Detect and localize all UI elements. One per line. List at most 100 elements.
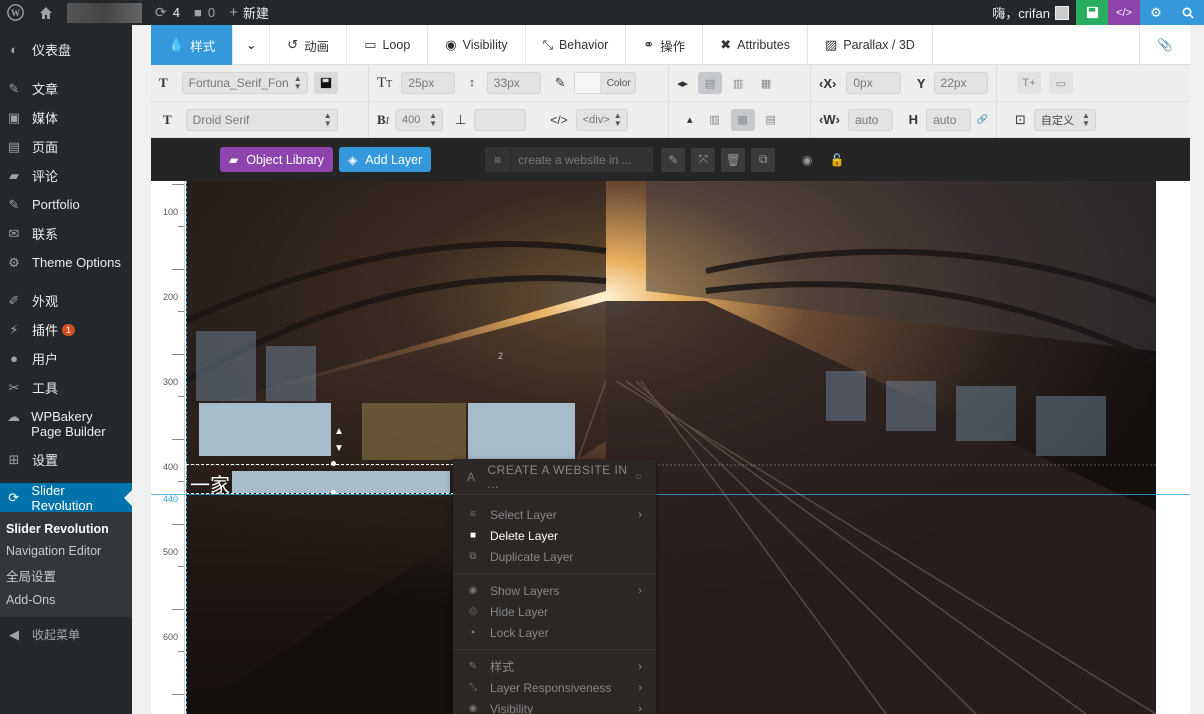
lock-ratio-icon[interactable]: 🔗: [977, 114, 988, 125]
collapse-menu-button[interactable]: ◀ 收起菜单: [0, 621, 132, 648]
submenu-slider-revolution[interactable]: Slider Revolution: [0, 518, 132, 540]
tab-parallax[interactable]: ▨ Parallax / 3D: [808, 25, 933, 65]
width-input[interactable]: auto: [847, 108, 893, 131]
align-top-button[interactable]: ▥: [703, 109, 727, 131]
code-button[interactable]: </>: [1108, 0, 1140, 25]
menu-show-layers[interactable]: ◉ Show Layers ›: [453, 580, 656, 601]
tab-animation[interactable]: ↺ 动画: [270, 25, 348, 65]
eye-icon: ◉: [445, 37, 457, 52]
layer-name-field[interactable]: ≡ create a website in ...: [485, 147, 654, 172]
menu-select-layer[interactable]: ≡ Select Layer ›: [453, 504, 656, 525]
duplicate-layer-button[interactable]: ⧉: [751, 147, 776, 172]
visibility-toggle[interactable]: ◉: [795, 148, 819, 172]
comment-icon: ■: [193, 5, 202, 20]
tab-style[interactable]: 💧 样式: [151, 25, 234, 65]
sidebar-item-plugins[interactable]: ⚡ 插件 1: [0, 315, 132, 344]
sidebar-item-dashboard[interactable]: ◐ 仪表盘: [0, 36, 132, 63]
background-button[interactable]: ▭: [1049, 72, 1073, 94]
tab-visibility[interactable]: ◉ Visibility: [428, 25, 526, 65]
reset-button[interactable]: ⤧: [691, 147, 716, 172]
menu-style[interactable]: ✎ 样式 ›: [453, 656, 656, 677]
updates-link[interactable]: ⟳ 4: [148, 0, 187, 25]
lock-toggle[interactable]: 🔓: [825, 148, 849, 172]
tab-dropdown[interactable]: ⌄: [233, 25, 271, 65]
align-center-button[interactable]: ▥: [726, 72, 750, 94]
sidebar-item-users[interactable]: ● 用户: [0, 344, 132, 373]
cover-mode-select[interactable]: 自定义 ▲ ▼: [1033, 108, 1096, 131]
sidebar-item-media[interactable]: ▣ 媒体: [0, 103, 132, 132]
y-position-input[interactable]: 22px: [933, 72, 988, 94]
tab-actions[interactable]: ⚭ 操作: [626, 25, 704, 65]
font-weight-select[interactable]: 400 ▲ ▼: [395, 108, 444, 131]
sidebar-item-tools[interactable]: ✂ 工具: [0, 373, 132, 402]
align-left-button[interactable]: ▤: [698, 72, 723, 94]
align-middle-button[interactable]: ▦: [730, 108, 755, 131]
sidebar-item-theme-options[interactable]: ⚙ Theme Options: [0, 248, 132, 277]
sidebar-item-pages[interactable]: ▤ 页面: [0, 132, 132, 161]
tab-loop[interactable]: ▭ Loop: [347, 25, 429, 65]
sidebar-item-appearance[interactable]: ✐ 外观: [0, 286, 132, 315]
user-account[interactable]: 嗨，crifan: [985, 0, 1076, 25]
object-library-button[interactable]: ▰ Object Library: [220, 147, 334, 172]
submenu-add-ons[interactable]: Add-Ons: [0, 589, 132, 611]
sidebar-item-wpbakery[interactable]: ☁ WPBakery Page Builder: [0, 402, 132, 445]
tab-attributes[interactable]: ✖ Attributes: [703, 25, 808, 65]
resize-handle[interactable]: [331, 461, 336, 466]
sidebar-item-slider-revolution[interactable]: ⟳ Slider Revolution: [0, 483, 132, 513]
redacted-layer-2[interactable]: [362, 403, 466, 460]
tab-behavior[interactable]: ⤡ Behavior: [526, 25, 627, 65]
menu-lock-layer[interactable]: ▪ Lock Layer: [453, 622, 656, 643]
submenu-navigation-editor[interactable]: Navigation Editor: [0, 540, 132, 562]
edit-layer-button[interactable]: ✎: [661, 147, 686, 172]
vertical-align-icon: ▴: [687, 114, 693, 126]
letter-spacing-input[interactable]: [474, 108, 527, 131]
menu-layer-responsiveness[interactable]: ⤡ Layer Responsiveness ›: [453, 677, 656, 698]
wrench-icon: ✂: [8, 379, 20, 395]
comments-link[interactable]: ■ 0: [187, 0, 222, 25]
chevron-right-icon: ›: [638, 508, 642, 521]
color-picker[interactable]: Color: [573, 72, 636, 94]
sidebar-item-label: Theme Options: [32, 255, 121, 270]
sidebar-item-settings[interactable]: ⊞ 设置: [0, 445, 132, 474]
redacted-layer-1[interactable]: [199, 403, 331, 456]
height-input[interactable]: auto: [926, 108, 971, 131]
text-transform-button[interactable]: T+: [1017, 72, 1041, 94]
submenu-global-settings[interactable]: 全局设置: [0, 562, 132, 589]
sidebar-item-posts[interactable]: ✎ 文章: [0, 74, 132, 103]
font-family-select[interactable]: Fortuna_Serif_Fon ▲ ▼: [181, 72, 308, 94]
delete-layer-button[interactable]: 🗑: [721, 147, 746, 172]
settings-button[interactable]: ⚙: [1140, 0, 1172, 25]
wordpress-logo-icon[interactable]: W: [0, 0, 31, 25]
save-slider-button[interactable]: [1076, 0, 1108, 25]
sidebar-item-label: 媒体: [32, 111, 59, 126]
site-name-redacted[interactable]: [67, 2, 142, 23]
redacted-layer-text: [232, 471, 450, 493]
add-layer-button[interactable]: ◈ Add Layer: [339, 147, 432, 172]
font-size-input[interactable]: 25px: [401, 72, 456, 94]
new-content-link[interactable]: + 新建: [222, 0, 276, 25]
sidebar-item-portfolio[interactable]: ✎ Portfolio: [0, 190, 132, 219]
menu-delete-layer[interactable]: ■ Delete Layer: [453, 525, 656, 546]
line-height-input[interactable]: 33px: [486, 72, 541, 94]
sidebar-item-label: 联系: [32, 227, 59, 242]
menu-item-label: Delete Layer: [490, 528, 559, 543]
html-tag-select[interactable]: <div> ▲ ▼: [575, 108, 628, 131]
attachment-button[interactable]: 📎: [1139, 25, 1190, 65]
sidebar-item-contact[interactable]: ✉ 联系: [0, 219, 132, 248]
font-family-select-2[interactable]: Droid Serif ▲ ▼: [185, 108, 338, 131]
align-bottom-button[interactable]: ▤: [759, 109, 783, 131]
redacted-layer-3[interactable]: [468, 403, 575, 460]
menu-duplicate-layer[interactable]: ⧉ Duplicate Layer: [453, 546, 656, 567]
menu-hide-layer[interactable]: ◎ Hide Layer: [453, 601, 656, 622]
save-font-button[interactable]: [313, 72, 338, 94]
x-position-input[interactable]: 0px: [846, 72, 901, 94]
align-right-button[interactable]: ▦: [754, 72, 778, 94]
object-library-label: Object Library: [246, 152, 325, 167]
history-icon: ↺: [287, 37, 299, 52]
home-icon[interactable]: [31, 0, 61, 25]
slide-canvas[interactable]: 2 一家 ▲ ▼: [186, 181, 1156, 714]
pencil-icon: ✎: [554, 75, 566, 90]
sidebar-item-comments[interactable]: ▰ 评论: [0, 161, 132, 190]
menu-visibility[interactable]: ◉ Visibility ›: [453, 698, 656, 714]
search-button[interactable]: [1172, 0, 1204, 25]
